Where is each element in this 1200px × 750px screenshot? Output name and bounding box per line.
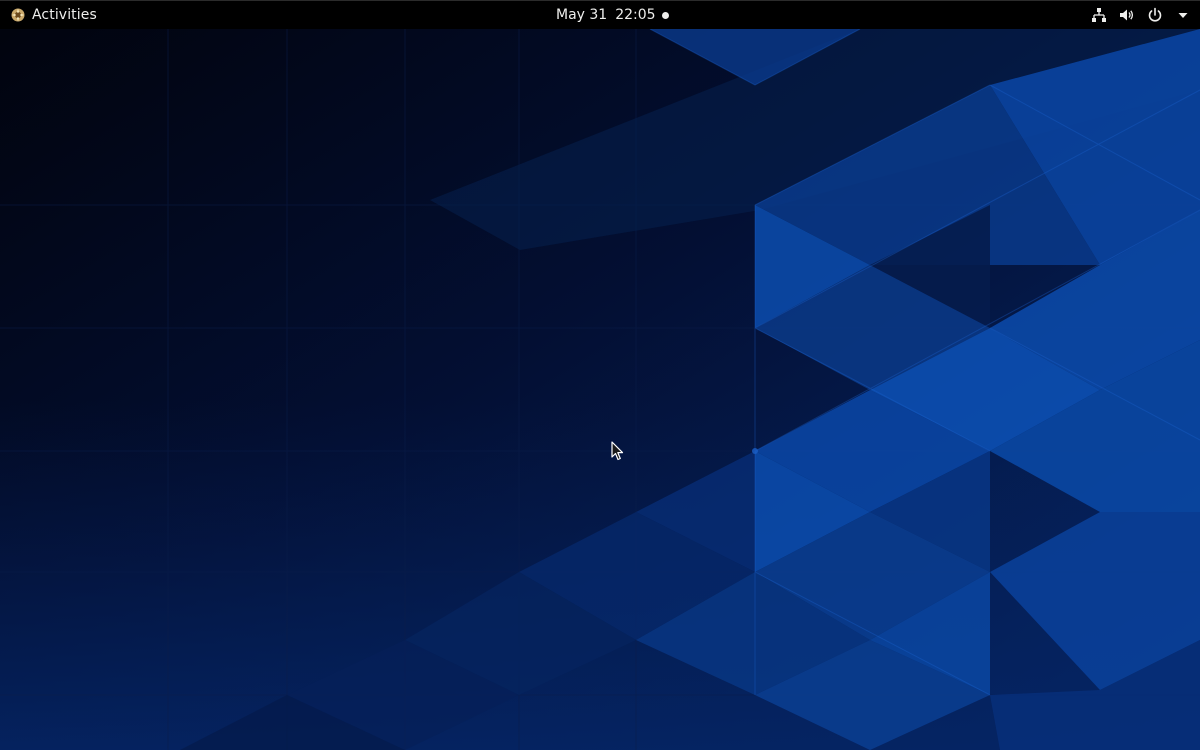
desktop-wallpaper — [0, 0, 1200, 750]
desktop: Activities May 31 22:05 — [0, 0, 1200, 750]
top-bar: Activities May 31 22:05 — [0, 0, 1200, 29]
chevron-down-icon — [1174, 6, 1192, 24]
activities-button[interactable]: Activities — [6, 1, 103, 29]
clock-button[interactable]: May 31 22:05 — [550, 1, 675, 29]
notification-dot-icon — [661, 11, 669, 19]
network-icon — [1090, 6, 1108, 24]
activities-label: Activities — [32, 7, 97, 23]
power-icon — [1146, 6, 1164, 24]
activities-logo-icon — [11, 8, 25, 22]
system-menu-button[interactable] — [1090, 1, 1192, 29]
volume-icon — [1118, 6, 1136, 24]
mouse-pointer-icon — [611, 441, 624, 461]
clock-date: May 31 — [556, 7, 608, 23]
clock-time: 22:05 — [615, 7, 656, 23]
